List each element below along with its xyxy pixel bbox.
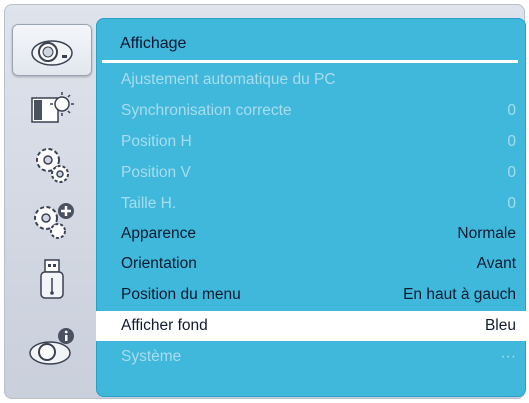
menu-row-fine-sync[interactable]: Synchronisation correcte 0 [96,96,526,126]
row-value: Avant [476,255,516,272]
picture-brightness-icon [31,92,74,123]
row-label: Afficher fond [121,317,208,334]
sidebar-item-display[interactable] [12,24,92,76]
sidebar-item-settings[interactable] [12,139,92,191]
row-label: Système [121,348,182,365]
osd-menu-frame: Affichage Ajustement automatique du PC S… [4,4,526,399]
row-value: En haut à gauch [403,286,516,303]
row-value: 0 [507,102,516,119]
row-label: Position H [121,133,192,150]
row-value: ··· [500,348,517,365]
gears-icon [36,148,69,183]
row-label: Synchronisation correcte [121,102,292,119]
sidebar-item-info[interactable] [12,320,92,372]
menu-row-h-position[interactable]: Position H 0 [96,127,526,157]
menu-row-menu-position[interactable]: Position du menu En haut à gauch [96,280,526,310]
sidebar-item-usb[interactable] [12,253,92,305]
sidebar-item-picture[interactable] [12,83,92,135]
menu-row-orientation[interactable]: Orientation Avant [96,249,526,279]
row-value: 0 [507,195,516,212]
row-value: Bleu [484,317,516,334]
row-value: Normale [457,225,516,242]
row-label: Position V [121,164,191,181]
row-label: Taille H. [121,195,177,212]
row-label: Position du menu [121,286,241,303]
gears-plus-icon [34,203,74,239]
panel-title: Affichage [120,35,187,52]
row-label: Orientation [121,255,197,272]
menu-row-h-size[interactable]: Taille H. 0 [96,189,526,219]
menu-row-system[interactable]: Système ··· [96,342,526,372]
title-divider [102,60,518,63]
projector-icon [31,40,73,66]
menu-row-background[interactable]: Afficher fond Bleu [96,311,526,341]
menu-row-auto-pc-adjust[interactable]: Ajustement automatique du PC [96,65,526,95]
row-label: Apparence [121,225,196,242]
menu-row-v-position[interactable]: Position V 0 [96,158,526,188]
projector-info-icon [29,328,74,365]
row-label: Ajustement automatique du PC [121,71,336,88]
row-value: 0 [507,133,516,150]
sidebar-item-advanced-settings[interactable] [12,195,92,247]
row-value: 0 [507,164,516,181]
usb-icon [40,259,64,299]
display-menu-panel: Affichage Ajustement automatique du PC S… [96,18,526,397]
menu-row-aspect[interactable]: Apparence Normale [96,219,526,249]
